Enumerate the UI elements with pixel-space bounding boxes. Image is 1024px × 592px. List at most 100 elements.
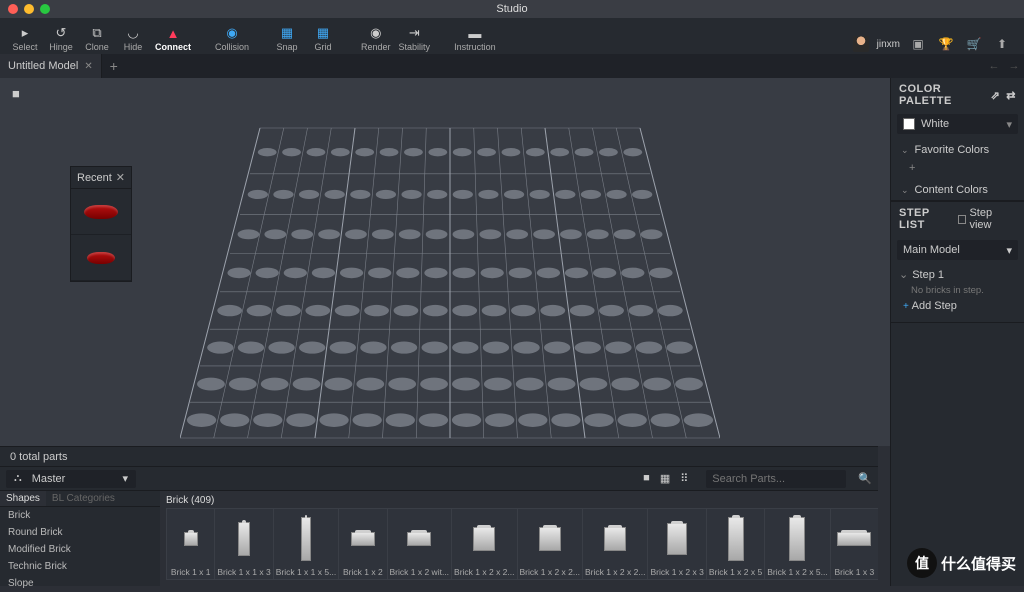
search-parts-input[interactable] xyxy=(706,470,846,488)
close-tab-icon[interactable]: ✕ xyxy=(84,61,92,72)
username[interactable]: jinxm xyxy=(877,39,900,50)
brick-label: Brick 1 x 2 x 5 xyxy=(709,567,762,577)
render-tool[interactable]: ◉Render xyxy=(358,20,394,52)
chevron-down-icon: ▾ xyxy=(1006,244,1012,257)
brick-section-header: Brick (409) xyxy=(166,495,878,506)
brick-item[interactable]: Brick 1 x 2 x 2... xyxy=(582,508,648,580)
category-item[interactable]: Brick xyxy=(0,507,160,524)
category-item[interactable]: Modified Brick xyxy=(0,541,160,558)
clone-icon: ⧉ xyxy=(92,26,101,40)
brick-item[interactable]: Brick 1 x 2 x 3 xyxy=(647,508,706,580)
viewport-3d[interactable]: ■ Recent✕ xyxy=(0,78,890,446)
next-tab-icon[interactable]: → xyxy=(1004,60,1024,72)
window-controls xyxy=(8,4,50,14)
viewport-camera-icon[interactable]: ■ xyxy=(12,86,20,101)
recent-item[interactable] xyxy=(71,235,131,281)
tab-bl-categories[interactable]: BL Categories xyxy=(46,491,121,506)
view-solid-icon[interactable]: ■ xyxy=(643,472,650,485)
master-selector[interactable]: ⛬ Master ▾ xyxy=(6,470,136,488)
prev-tab-icon[interactable]: ← xyxy=(984,60,1004,72)
brick-item[interactable]: Brick 1 x 1 x 3 xyxy=(214,508,273,580)
upload-icon[interactable]: ⬆ xyxy=(992,37,1012,51)
recent-item[interactable] xyxy=(71,189,131,235)
grid-tool[interactable]: ▦Grid xyxy=(306,20,340,52)
color-swatch xyxy=(903,118,915,130)
instruction-tool[interactable]: ▬Instruction xyxy=(451,20,499,52)
close-recent-icon[interactable]: ✕ xyxy=(116,171,125,184)
category-column: Shapes BL Categories BrickRound BrickMod… xyxy=(0,491,160,586)
view-dots-icon[interactable]: ⠿ xyxy=(680,472,688,485)
brick-item[interactable]: Brick 1 x 2 xyxy=(338,508,387,580)
chevron-down-icon: ⌄ xyxy=(901,145,909,156)
add-favorite-color[interactable]: + xyxy=(891,160,1024,180)
maximize-window[interactable] xyxy=(40,4,50,14)
snap-icon: ▦ xyxy=(281,26,293,40)
close-window[interactable] xyxy=(8,4,18,14)
watermark: 值 什么值得买 xyxy=(907,548,1016,578)
tab-title: Untitled Model xyxy=(8,60,78,72)
parts-palette-bar: ⛬ Master ▾ ■ ▦ ⠿ 🔍 xyxy=(0,466,878,490)
chevron-down-icon: ▾ xyxy=(122,472,128,485)
brick-item[interactable]: Brick 1 x 1 xyxy=(166,508,215,580)
avatar[interactable] xyxy=(853,36,869,52)
category-item[interactable]: Technic Brick xyxy=(0,558,160,575)
brick-item[interactable]: Brick 1 x 3 xyxy=(830,508,878,580)
content-colors-toggle[interactable]: ⌄Content Colors xyxy=(891,180,1024,200)
recent-panel: Recent✕ xyxy=(70,166,132,282)
brick-item[interactable]: Brick 1 x 2 x 5 xyxy=(706,508,765,580)
chevron-down-icon: ▾ xyxy=(1006,118,1012,131)
brick-label: Brick 1 x 1 x 3 xyxy=(217,567,270,577)
palette-settings-icon[interactable]: ⇄ xyxy=(1006,89,1016,102)
brick-item[interactable]: Brick 1 x 1 x 5... xyxy=(273,508,339,580)
stability-tool[interactable]: ⇥Stability xyxy=(396,20,434,52)
chevron-down-icon: ⌄ xyxy=(899,268,908,281)
clone-tool[interactable]: ⧉Clone xyxy=(80,20,114,52)
hide-tool[interactable]: ◡Hide xyxy=(116,20,150,52)
parts-browser: Shapes BL Categories BrickRound BrickMod… xyxy=(0,490,878,586)
connect-tool[interactable]: ▲Connect xyxy=(152,20,194,52)
grid-icon: ▦ xyxy=(317,26,329,40)
hinge-tool[interactable]: ↺Hinge xyxy=(44,20,78,52)
tab-shapes[interactable]: Shapes xyxy=(0,491,46,506)
document-tab[interactable]: Untitled Model ✕ xyxy=(0,54,102,78)
master-label: Master xyxy=(32,473,117,485)
no-bricks-text: No bricks in step. xyxy=(899,281,1016,298)
step-view-toggle[interactable]: Step view xyxy=(958,207,1016,231)
brick-item[interactable]: Brick 1 x 2 x 5... xyxy=(764,508,830,580)
watermark-text: 什么值得买 xyxy=(941,553,1016,574)
brick-label: Brick 1 x 2 x 2... xyxy=(454,567,514,577)
color-name: White xyxy=(921,118,949,130)
color-palette-header: COLOR PALETTE xyxy=(899,83,991,107)
hierarchy-icon: ⛬ xyxy=(14,472,22,485)
collision-tool[interactable]: ◉Collision xyxy=(212,20,252,52)
cart-icon[interactable]: 🛒 xyxy=(964,37,984,51)
view-grid-icon[interactable]: ▦ xyxy=(660,472,670,485)
select-tool[interactable]: ▸Select xyxy=(8,20,42,52)
brick-item[interactable]: Brick 1 x 2 x 2... xyxy=(451,508,517,580)
color-selector[interactable]: White ▾ xyxy=(897,114,1018,134)
category-item[interactable]: Round Brick xyxy=(0,524,160,541)
favorite-colors-toggle[interactable]: ⌄Favorite Colors xyxy=(891,140,1024,160)
brick-item[interactable]: Brick 1 x 2 wit... xyxy=(387,508,453,580)
chevron-down-icon: ⌄ xyxy=(901,185,909,196)
brick-label: Brick 1 x 2 x 5... xyxy=(767,567,827,577)
brick-label: Brick 1 x 1 xyxy=(169,567,212,577)
add-tab-button[interactable]: + xyxy=(102,58,126,74)
notifications-icon[interactable]: ▣ xyxy=(908,37,928,51)
snap-tool[interactable]: ▦Snap xyxy=(270,20,304,52)
brick-item[interactable]: Brick 1 x 2 x 2... xyxy=(517,508,583,580)
status-bar: 0 total parts xyxy=(0,446,878,466)
titlebar: Studio xyxy=(0,0,1024,18)
add-step-button[interactable]: Add Step xyxy=(899,298,1016,318)
brick-label: Brick 1 x 1 x 5... xyxy=(276,567,336,577)
trophy-icon[interactable]: 🏆 xyxy=(936,37,956,51)
model-selector[interactable]: Main Model▾ xyxy=(897,240,1018,260)
category-item[interactable]: Slope xyxy=(0,575,160,592)
brick-label: Brick 1 x 2 x 2... xyxy=(520,567,580,577)
checkbox-icon xyxy=(958,215,967,224)
minimize-window[interactable] xyxy=(24,4,34,14)
search-icon[interactable]: 🔍 xyxy=(858,472,872,485)
user-area: jinxm ▣ 🏆 🛒 ⬆ xyxy=(853,36,1012,52)
step-item[interactable]: ⌄Step 1 xyxy=(899,268,1016,281)
eyedropper-icon[interactable]: ⇗ xyxy=(991,89,1001,102)
